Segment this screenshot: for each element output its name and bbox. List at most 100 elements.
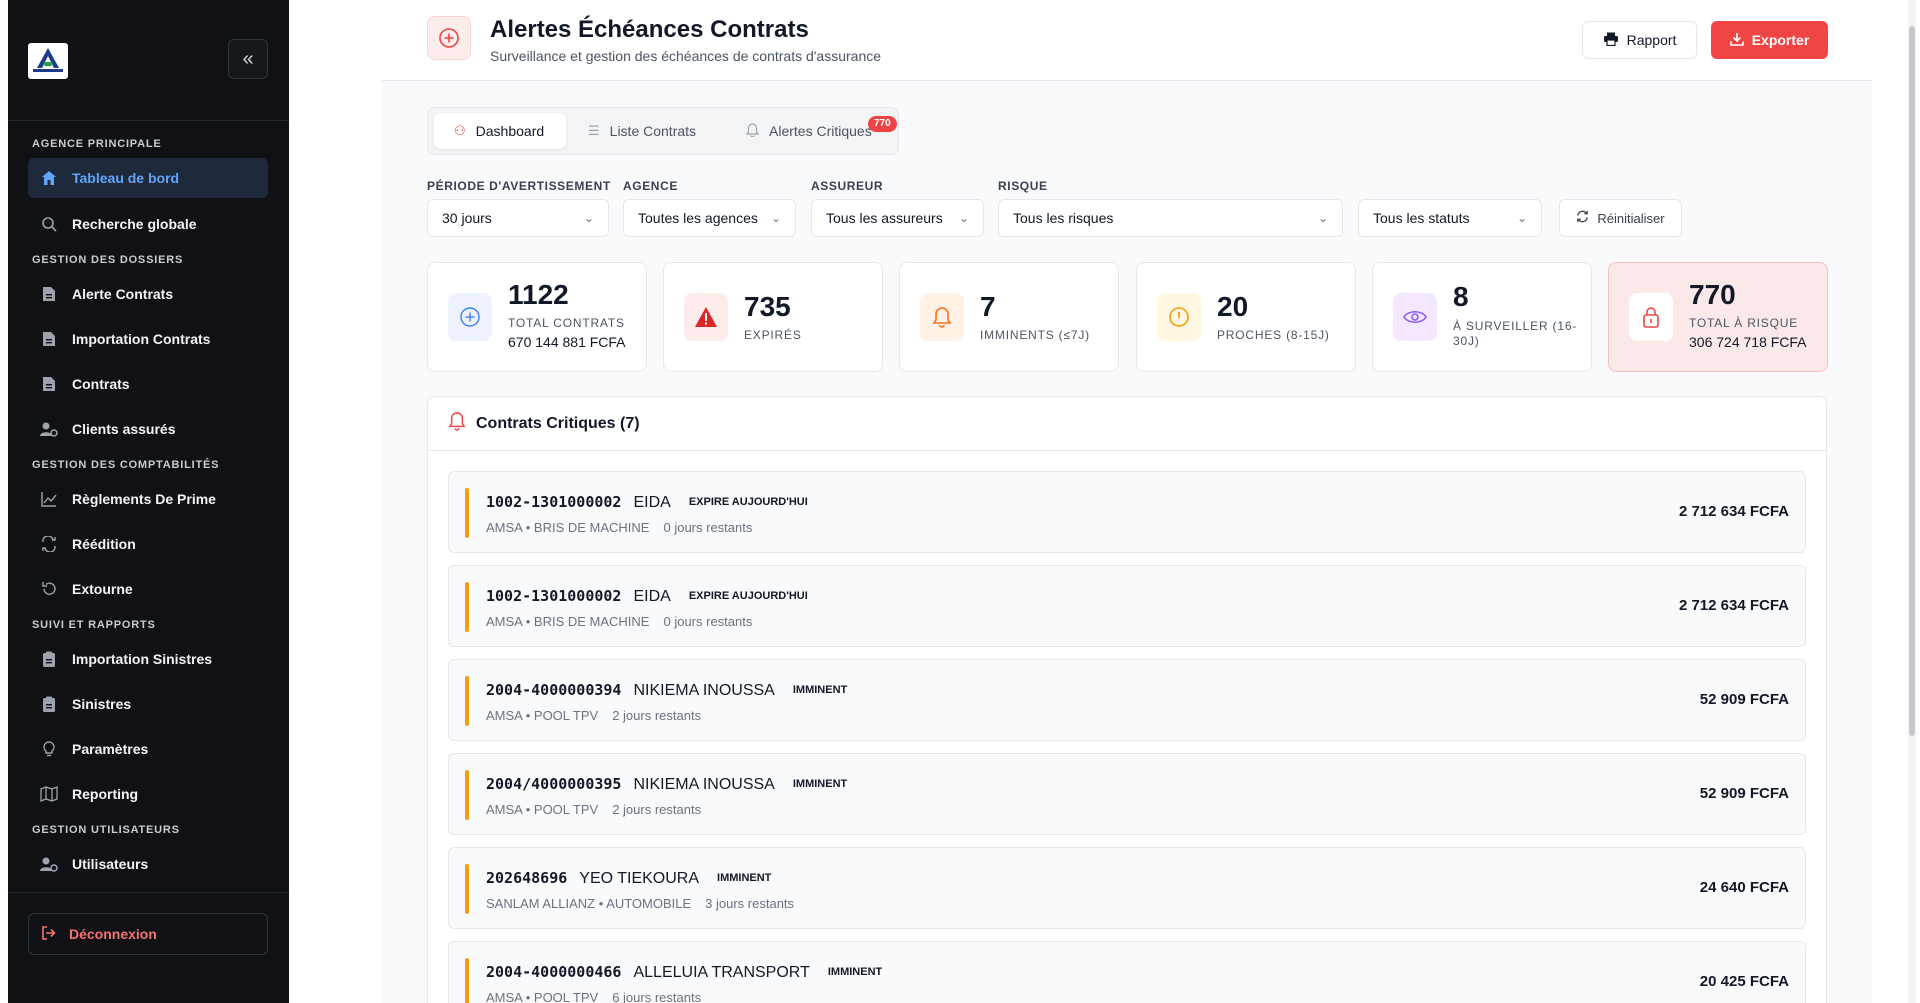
stat-card-proches: 20 PROCHES (8-15J) [1136,262,1356,372]
page-header: Alertes Échéances Contrats Surveillance … [382,0,1872,81]
contract-ref: 1002-1301000002 [486,587,622,605]
reset-button[interactable]: Réinitialiser [1559,199,1682,237]
priority-bar [465,488,469,538]
sidebar-item-contrats[interactable]: Contrats [28,364,268,404]
chevron-down-icon: ⌄ [1317,211,1328,225]
search-icon [40,215,58,233]
insurer-risk: AMSA • BRIS DE MACHINE [486,520,650,535]
status-tag: IMMINENT [717,872,772,884]
contract-amount: 52 909 FCFA [1699,691,1789,708]
tab-label: Dashboard [475,123,545,139]
stat-value: 770 [1689,279,1736,310]
stat-card-total-risque: 770 TOTAL À RISQUE 306 724 718 FCFA [1608,262,1828,372]
periode-select[interactable]: 30 jours ⌄ [427,199,609,237]
contract-line: 1002-1301000002 EIDA EXPIRE AUJOURD'HUI [486,493,808,512]
printer-icon [1603,32,1619,49]
insurer-risk: AMSA • BRIS DE MACHINE [486,614,650,629]
tab-label: Liste Contrats [609,123,697,139]
user-gear-icon [40,420,58,438]
warning-icon [684,293,728,341]
app-logo[interactable] [28,43,68,79]
sidebar-item-importation-sinistres[interactable]: Importation Sinistres [28,639,268,679]
status-tag: IMMINENT [827,966,883,978]
days-remaining: 0 jours restants [663,520,753,535]
lightbulb-icon [40,740,58,758]
statut-select[interactable]: Tous les statuts ⌄ [1358,199,1542,237]
stat-value: 1122 [508,279,569,310]
sidebar-item-reedition[interactable]: Réédition [28,524,268,564]
sidebar-item-tableau-de-bord[interactable]: Tableau de bord [28,158,268,198]
sidebar-item-reporting[interactable]: Reporting [28,774,268,814]
contract-name: YEO TIEKOURA [579,870,700,887]
risque-select[interactable]: Tous les risques ⌄ [998,199,1343,237]
clock-icon [1157,293,1201,341]
alert-count-badge: 770 [868,116,897,132]
sidebar-item-alerte-contrats[interactable]: Alerte Contrats [28,274,268,314]
stat-value: 8 [1453,281,1469,312]
chevron-down-icon: ⌄ [958,211,969,225]
stat-card-surveiller: 8 À SURVEILLER (16-30J) [1372,262,1592,372]
sidebar-item-label: Sinistres [72,696,132,712]
contract-row[interactable]: 2004-4000000466 ALLELUIA TRANSPORT IMMINEN… [448,941,1806,1003]
filter-periode-label: PÉRIODE D'AVERTISSEMENT [427,179,611,193]
days-remaining: 2 jours restants [612,708,702,723]
tab-liste-contrats[interactable]: ☰ Liste Contrats [588,113,718,149]
insurer-risk: AMSA • POOL TPV [486,708,599,723]
logout-button[interactable]: Déconnexion [28,913,268,955]
sidebar-item-label: Importation Contrats [72,331,211,347]
stat-label: PROCHES (8-15J) [1217,328,1330,342]
sidebar-item-label: Réédition [72,536,136,552]
insurer-risk: SANLAM ALLIANZ • AUTOMOBILE [486,896,692,911]
section-suivi: SUIVI ET RAPPORTS [32,619,156,631]
sidebar-item-clients-assures[interactable]: Clients assurés [28,409,268,449]
lock-icon [1629,293,1673,341]
risque-value: Tous les risques [1013,210,1114,226]
days-remaining: 3 jours restants [705,896,795,911]
clipboard-icon [40,695,58,713]
contract-name: NIKIEMA INOUSSA [633,776,775,793]
sidebar-item-importation-contrats[interactable]: Importation Contrats [28,319,268,359]
tab-dashboard[interactable]: ⚇ Dashboard [434,113,566,149]
contract-row[interactable]: 2004-4000000394 NIKIEMA INOUSSA IMMINENT A… [448,659,1806,741]
contract-amount: 52 909 FCFA [1699,785,1789,802]
clipboard-icon [40,650,58,668]
sidebar-item-label: Tableau de bord [72,170,180,186]
contract-ref: 2004-4000000394 [486,681,622,699]
stat-label: IMMINENTS (≤7J) [980,328,1090,342]
sidebar-item-sinistres[interactable]: Sinistres [28,684,268,724]
eye-icon [1393,293,1437,341]
sidebar-item-recherche[interactable]: Recherche globale [28,204,268,244]
priority-bar [465,864,469,914]
export-button[interactable]: Exporter [1711,21,1828,59]
rapport-button[interactable]: Rapport [1582,21,1697,59]
contract-meta: AMSA • POOL TPV 2 jours restants [486,708,701,723]
contract-row[interactable]: 2004/4000000395 NIKIEMA INOUSSA IMMINENT A… [448,753,1806,835]
filter-assureur-label: ASSUREUR [811,179,884,193]
stat-amount: 670 144 881 FCFA [508,334,626,350]
contract-row[interactable]: 1002-1301000002 EIDA EXPIRE AUJOURD'HUI AM… [448,471,1806,553]
agence-select[interactable]: Toutes les agences ⌄ [623,199,796,237]
sidebar-item-label: Alerte Contrats [72,286,174,302]
priority-bar [465,676,469,726]
assureur-select[interactable]: Tous les assureurs ⌄ [811,199,984,237]
sidebar-item-parametres[interactable]: Paramètres [28,729,268,769]
sidebar-item-extourne[interactable]: Extourne [28,569,268,609]
contract-name: NIKIEMA INOUSSA [633,682,775,699]
stat-label: TOTAL À RISQUE [1689,316,1798,330]
panel-title: Contrats Critiques (7) [476,414,640,432]
contract-row[interactable]: 1002-1301000002 EIDA EXPIRE AUJOURD'HUI AM… [448,565,1806,647]
sidebar-header: « [8,0,289,121]
status-tag: EXPIRE AUJOURD'HUI [688,496,808,508]
main-area: Alertes Échéances Contrats Surveillance … [289,0,1920,1003]
users-icon: ⚇ [454,123,466,138]
contract-amount: 2 712 634 FCFA [1678,503,1789,520]
logout-icon [41,925,57,943]
collapse-sidebar-button[interactable]: « [228,39,268,79]
repeat-icon [40,535,58,553]
scrollbar-thumb[interactable] [1909,26,1915,736]
contract-row[interactable]: 202648696 YEO TIEKOURA IMMINENT SANLAM ALL… [448,847,1806,929]
contract-name: EIDA [633,588,671,605]
sidebar-item-reglements[interactable]: Règlements De Prime [28,479,268,519]
sidebar-item-utilisateurs[interactable]: Utilisateurs [28,844,268,884]
list-icon: ☰ [588,123,600,138]
